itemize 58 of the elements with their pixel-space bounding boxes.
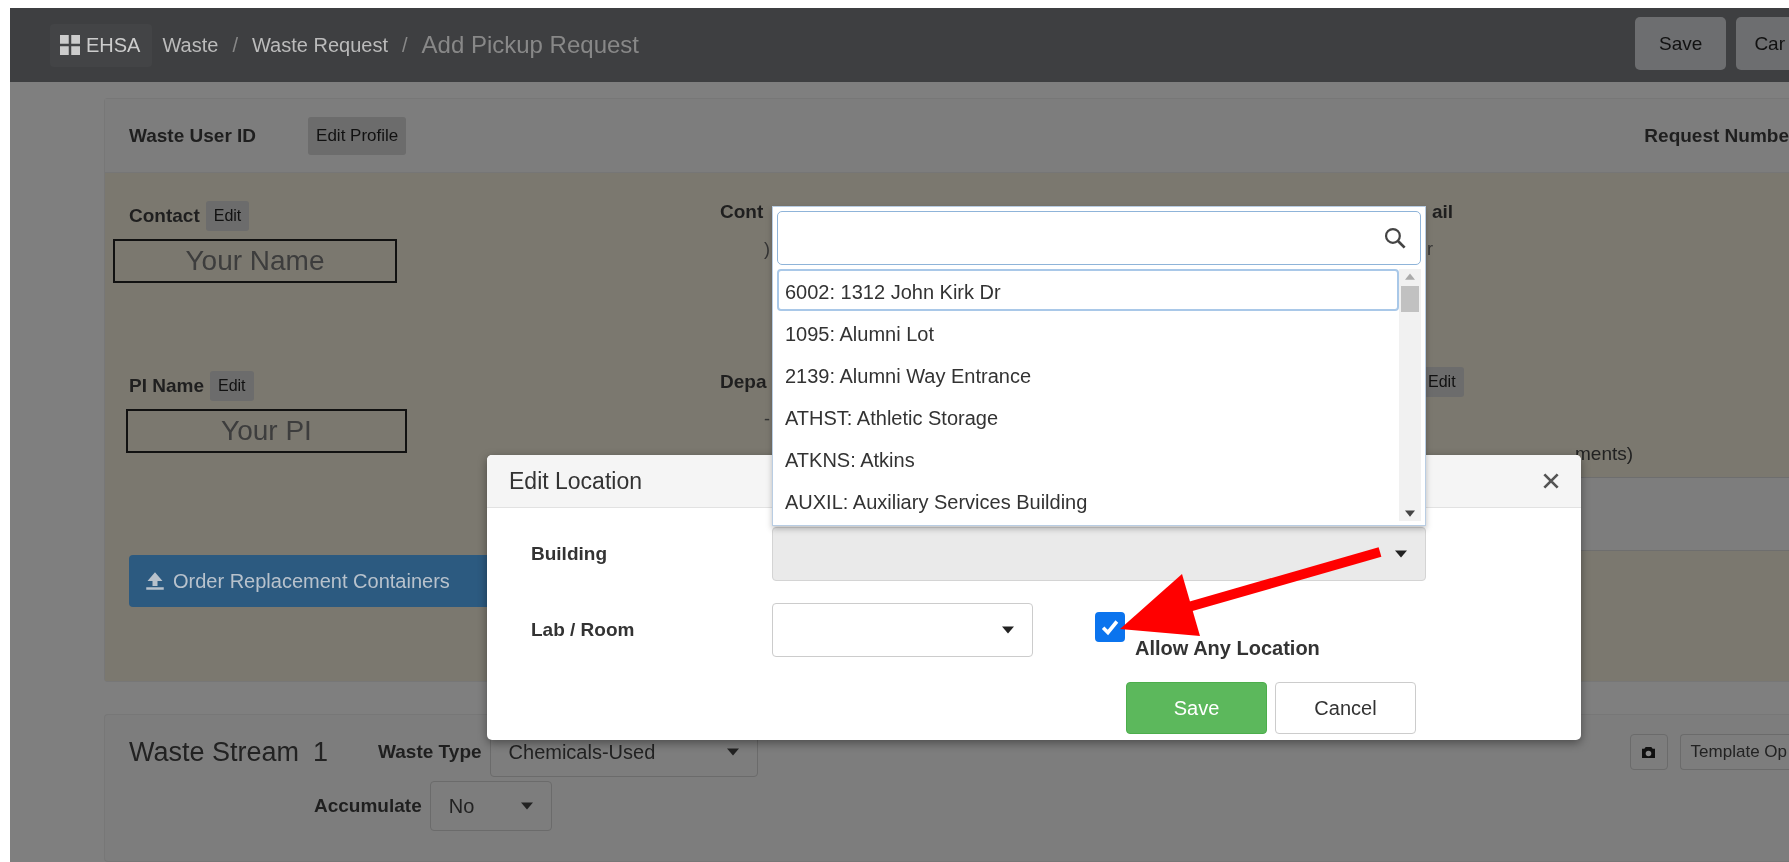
caret-icon [1002, 626, 1014, 634]
caret-icon [726, 748, 739, 756]
field-label: Accumulate [314, 795, 422, 817]
dropdown-option[interactable]: ATHST: Athletic Storage [777, 395, 1399, 437]
accumulate-select[interactable]: No [429, 781, 552, 831]
checkbox-label: Allow Any Location [1135, 637, 1320, 660]
field-label: Contact [129, 205, 200, 227]
stream-number: 1 [313, 736, 329, 768]
grid-icon [60, 35, 80, 55]
upload-icon [145, 571, 165, 591]
cancel-button[interactable]: Car [1736, 17, 1789, 70]
field-label: Waste Type [378, 741, 482, 763]
dropdown-option[interactable]: 2139: Alumni Way Entrance [777, 353, 1399, 395]
scrollbar-thumb[interactable] [1401, 286, 1419, 312]
scroll-down-icon[interactable] [1405, 510, 1415, 517]
field-label: ail [1432, 201, 1454, 223]
field-label: Lab / Room [531, 619, 636, 641]
dropdown-option[interactable]: AUXIL: Auxiliary Services Building [777, 479, 1399, 521]
breadcrumb-item[interactable]: Waste Request [251, 33, 388, 57]
field-value: ) [764, 239, 770, 260]
field-label: Waste User ID [129, 124, 257, 147]
scroll-up-icon[interactable] [1405, 273, 1415, 280]
edit-button[interactable]: Edit [210, 371, 254, 401]
field-label: Request Numbe [1644, 124, 1789, 147]
name-box: Your Name [113, 239, 397, 283]
dialog-title: Edit Location [509, 467, 642, 495]
breadcrumb-item[interactable]: Waste [162, 33, 219, 57]
section-title: Waste Stream [129, 736, 300, 768]
dropdown-option[interactable]: ATKNS: Atkins [777, 437, 1399, 479]
save-button[interactable]: Save [1126, 682, 1267, 734]
edit-profile-button[interactable]: Edit Profile [308, 116, 407, 155]
field-label: Cont [720, 201, 764, 223]
caret-icon [1395, 550, 1407, 558]
building-select[interactable] [772, 527, 1426, 581]
search-field[interactable] [777, 211, 1421, 265]
field-value: - [764, 409, 770, 430]
camera-icon [1641, 745, 1657, 759]
breadcrumb-item: Add Pickup Request [421, 31, 639, 59]
breadcrumb-separator: / [232, 33, 238, 57]
edit-button[interactable]: Edit [205, 201, 250, 231]
breadcrumb-separator: / [401, 33, 408, 57]
search-icon [1384, 227, 1406, 249]
checkbox[interactable] [1095, 612, 1125, 642]
field-label: ments) [1575, 443, 1634, 465]
dropdown-option[interactable]: 1095: Alumni Lot [777, 311, 1399, 353]
dropdown-option[interactable]: 6002: 1312 John Kirk Dr [777, 269, 1399, 311]
camera-button[interactable] [1629, 734, 1668, 770]
caret-icon [520, 802, 533, 810]
field-label: PI Name [129, 375, 204, 397]
name-box: Your PI [126, 409, 407, 453]
save-button[interactable]: Save [1635, 17, 1727, 70]
close-icon[interactable] [1543, 473, 1559, 489]
template-options-button[interactable]: Template Op [1679, 734, 1789, 770]
app-home-link[interactable]: EHSA [50, 23, 153, 67]
field-label: Depa [720, 371, 767, 393]
field-value: r [1427, 239, 1433, 260]
scrollbar[interactable] [1399, 269, 1421, 521]
cancel-button[interactable]: Cancel [1275, 682, 1416, 734]
